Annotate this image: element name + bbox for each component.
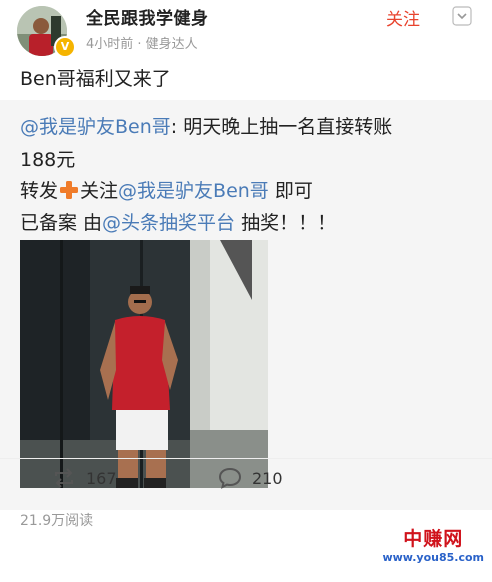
repost-count: 167 (86, 469, 117, 488)
repost-icon (55, 468, 73, 488)
comment-icon (218, 467, 242, 489)
quote-text: : 明天晚上抽一名直接转账 (170, 116, 393, 138)
post-photo[interactable] (20, 240, 268, 488)
quote-text: 已备案 由 (20, 212, 103, 234)
follow-button[interactable]: 关注 (386, 5, 420, 30)
mention-link[interactable]: @我是驴友Ben哥 (118, 180, 269, 202)
quote-text: 转发 (20, 180, 59, 202)
quote-line-3: 转发 关注@我是驴友Ben哥 即可 (20, 176, 313, 203)
comment-count: 210 (252, 469, 283, 488)
quote-text: 抽奖！！！ (235, 212, 337, 234)
plus-emoji-icon (60, 181, 79, 199)
quote-line-1: @我是驴友Ben哥: 明天晚上抽一名直接转账 (20, 112, 392, 139)
quote-line-4: 已备案 由@头条抽奖平台 抽奖！！！ (20, 208, 336, 235)
quote-line-2: 188元 (20, 149, 76, 171)
watermark-url: www.you85.com (382, 551, 484, 564)
post-meta: 4小时前 · 健身达人 (86, 37, 198, 52)
quoted-post[interactable]: @我是驴友Ben哥: 明天晚上抽一名直接转账 188元 转发 关注@我是驴友Ben… (0, 100, 492, 529)
chevron-down-icon[interactable] (452, 6, 472, 26)
author-name[interactable]: 全民跟我学健身 (86, 4, 209, 29)
view-count: 21.9万阅读 (20, 513, 94, 529)
quote-text: 即可 (268, 180, 313, 202)
verified-badge: V (54, 36, 76, 58)
mention-link[interactable]: @头条抽奖平台 (102, 212, 235, 234)
post-text: Ben哥福利又来了 (20, 68, 171, 90)
watermark-cn: 中赚网 (403, 528, 464, 550)
repost-button[interactable]: 167 (52, 467, 117, 489)
mention-link[interactable]: @我是驴友Ben哥 (20, 116, 171, 138)
post-header: V 全民跟我学健身 4小时前 · 健身达人 关注 (0, 0, 492, 58)
photo-image (20, 240, 268, 488)
watermark-logo: 中赚网 www.you85.com (382, 524, 484, 564)
quote-text: 关注 (80, 180, 119, 202)
action-bar: 167 210 (0, 458, 492, 511)
comment-button[interactable]: 210 (218, 467, 283, 489)
